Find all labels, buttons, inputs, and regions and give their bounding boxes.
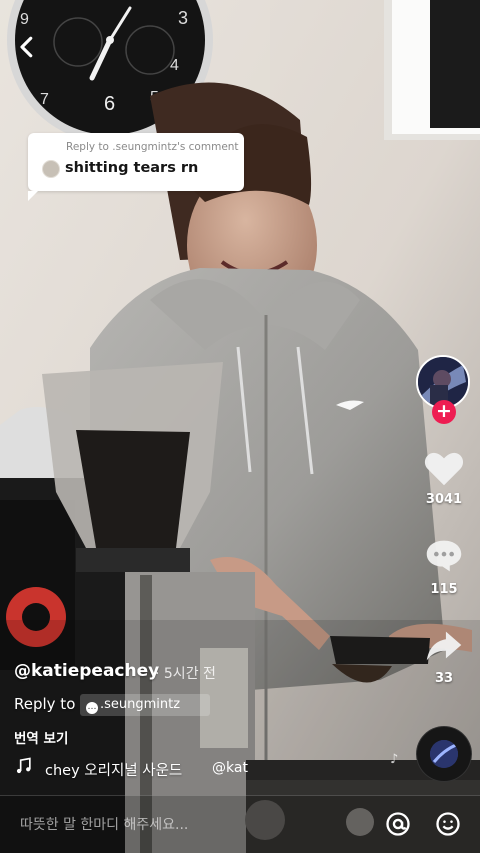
comment-bar[interactable]: 따뜻한 말 한마디 해주세요...	[0, 795, 480, 853]
share-button[interactable]	[421, 622, 467, 668]
back-button[interactable]	[12, 32, 42, 62]
comment-input[interactable]: 따뜻한 말 한마디 해주세요...	[20, 814, 188, 834]
heart-icon	[424, 452, 464, 486]
sound-disc[interactable]	[417, 727, 471, 781]
share-count: 33	[434, 671, 454, 686]
mention-comment-icon: …	[86, 702, 98, 714]
mention-username: .seungmintz	[100, 697, 181, 712]
translate-button[interactable]: 번역 보기	[14, 727, 68, 747]
sound-author: @kat	[212, 760, 248, 776]
reply-mention-chip[interactable]: … .seungmintz	[80, 694, 211, 716]
comment-button[interactable]	[421, 533, 467, 579]
back-arrow-icon	[20, 36, 33, 58]
follow-button[interactable]: +	[432, 400, 456, 424]
reply-subtitle: Reply to .seungmintz's comment	[66, 141, 239, 153]
replied-comment-text: shitting tears rn	[65, 160, 199, 176]
like-button[interactable]	[421, 445, 467, 491]
comment-count: 115	[430, 582, 458, 597]
creator-username[interactable]: @katiepeachey	[14, 661, 159, 681]
sound-disc-cover	[430, 740, 458, 768]
reply-to-label: Reply to	[14, 695, 76, 713]
emoji-icon[interactable]	[434, 810, 462, 838]
comment-icon	[426, 540, 462, 572]
comment-author-avatar	[42, 160, 60, 178]
music-note-icon	[16, 757, 31, 774]
svg-text:6: 6	[104, 93, 115, 115]
post-time: · 5시간 전	[155, 666, 216, 682]
share-icon	[426, 631, 462, 661]
svg-text:7: 7	[40, 91, 49, 108]
floating-note-icon: ♪	[390, 752, 399, 767]
video-background: 7 6 5 4 3 9	[0, 0, 480, 853]
svg-text:4: 4	[170, 57, 179, 74]
at-icon[interactable]	[384, 810, 412, 838]
like-count: 3041	[425, 492, 463, 507]
video-frame[interactable]: 7 6 5 4 3 9	[0, 0, 480, 853]
svg-text:3: 3	[178, 8, 188, 28]
reply-comment-bubble[interactable]: Reply to .seungmintz's comment shitting …	[28, 133, 244, 201]
svg-text:9: 9	[20, 11, 29, 28]
